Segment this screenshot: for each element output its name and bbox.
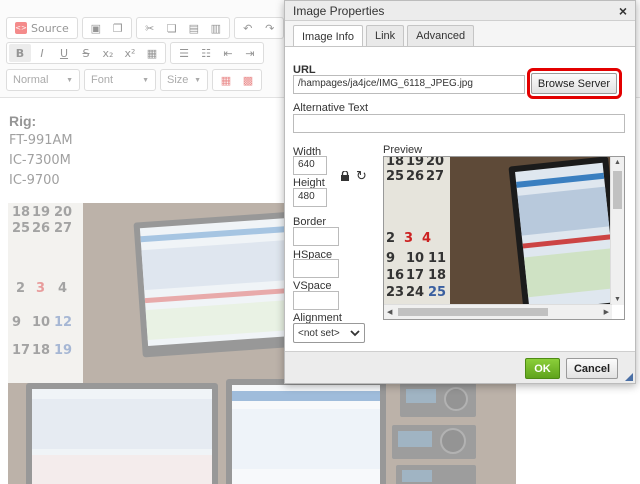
width-input[interactable]: 640 bbox=[293, 156, 327, 175]
dialog-title-bar[interactable]: Image Properties × bbox=[285, 1, 635, 21]
chevron-down-icon bbox=[350, 329, 360, 336]
resize-handle-icon[interactable] bbox=[625, 373, 633, 381]
hspace-input[interactable] bbox=[293, 259, 339, 278]
close-icon[interactable]: × bbox=[619, 3, 627, 19]
lock-icon[interactable] bbox=[340, 171, 350, 181]
scroll-right-icon[interactable]: ▶ bbox=[604, 308, 609, 316]
alt-text-label: Alternative Text bbox=[293, 102, 369, 114]
scroll-left-icon[interactable]: ◀ bbox=[387, 308, 392, 316]
calendar-date: 17 bbox=[406, 268, 425, 283]
image-properties-dialog: Image Properties × Image Info Link Advan… bbox=[284, 0, 636, 384]
calendar-date: 10 bbox=[406, 251, 425, 266]
vspace-input[interactable] bbox=[293, 291, 339, 310]
alt-text-input[interactable] bbox=[293, 114, 625, 133]
tab-link[interactable]: Link bbox=[365, 25, 405, 46]
calendar-date: 23 bbox=[386, 285, 405, 300]
calendar-date: 18 bbox=[386, 157, 405, 169]
preview-vertical-scrollbar[interactable]: ▲ ▼ bbox=[610, 157, 624, 305]
alignment-select[interactable]: <not set> bbox=[293, 323, 365, 343]
calendar-date: 24 bbox=[406, 285, 425, 300]
calendar-date: 26 bbox=[406, 169, 425, 184]
tab-image-info[interactable]: Image Info bbox=[293, 25, 363, 47]
calendar-date: 11 bbox=[428, 251, 447, 266]
calendar-date: 19 bbox=[406, 157, 425, 169]
calendar-date: 2 bbox=[386, 231, 396, 246]
ok-button[interactable]: OK bbox=[525, 358, 560, 379]
preview-box: 18 19 20 25 26 27 2 3 4 9 10 11 16 17 18… bbox=[383, 156, 625, 320]
monitor bbox=[508, 157, 611, 304]
preview-horizontal-scrollbar[interactable]: ◀ ▶ bbox=[384, 304, 612, 319]
scroll-up-icon[interactable]: ▲ bbox=[614, 159, 621, 166]
calendar-date: 27 bbox=[426, 169, 445, 184]
calendar-date: 3 bbox=[404, 231, 414, 246]
browse-server-button[interactable]: Browse Server bbox=[531, 73, 617, 94]
screen-band bbox=[517, 186, 610, 236]
monitor-screen bbox=[515, 162, 611, 304]
calendar-date: 16 bbox=[386, 268, 405, 283]
reset-size-icon[interactable]: ↻ bbox=[356, 169, 367, 184]
scroll-down-icon[interactable]: ▼ bbox=[614, 296, 621, 303]
dialog-title: Image Properties bbox=[293, 4, 385, 18]
tab-advanced[interactable]: Advanced bbox=[407, 25, 475, 46]
alignment-value: <not set> bbox=[298, 327, 340, 339]
dialog-footer: OK Cancel bbox=[285, 351, 635, 383]
calendar-date: 9 bbox=[386, 251, 396, 266]
calendar-date: 20 bbox=[426, 157, 445, 169]
calendar-date: 4 bbox=[422, 231, 432, 246]
calendar-date: 18 bbox=[428, 268, 447, 283]
border-input[interactable] bbox=[293, 227, 339, 246]
cancel-button[interactable]: Cancel bbox=[566, 358, 618, 379]
preview-label: Preview bbox=[383, 144, 423, 156]
preview-image: 18 19 20 25 26 27 2 3 4 9 10 11 16 17 18… bbox=[384, 157, 611, 304]
calendar-date: 25 bbox=[428, 285, 447, 300]
dialog-tabs: Image Info Link Advanced bbox=[293, 25, 475, 47]
screen-band bbox=[522, 234, 611, 249]
screen-band bbox=[524, 248, 611, 298]
screen-band bbox=[516, 172, 605, 188]
scroll-thumb[interactable] bbox=[613, 171, 622, 209]
url-input[interactable]: /hampages/ja4jce/IMG_6118_JPEG.jpg bbox=[293, 75, 525, 94]
page: <> Source ▣ ❐ ✂ ❏ ▤ ▥ ↶ ↷ B I U S x₂ x² … bbox=[0, 0, 640, 484]
height-input[interactable]: 480 bbox=[293, 188, 327, 207]
scroll-thumb[interactable] bbox=[398, 308, 548, 316]
calendar: 18 19 20 25 26 27 2 3 4 9 10 11 16 17 18… bbox=[384, 157, 450, 304]
calendar-date: 25 bbox=[386, 169, 405, 184]
image-info-panel: URL /hampages/ja4jce/IMG_6118_JPEG.jpg B… bbox=[285, 46, 635, 352]
